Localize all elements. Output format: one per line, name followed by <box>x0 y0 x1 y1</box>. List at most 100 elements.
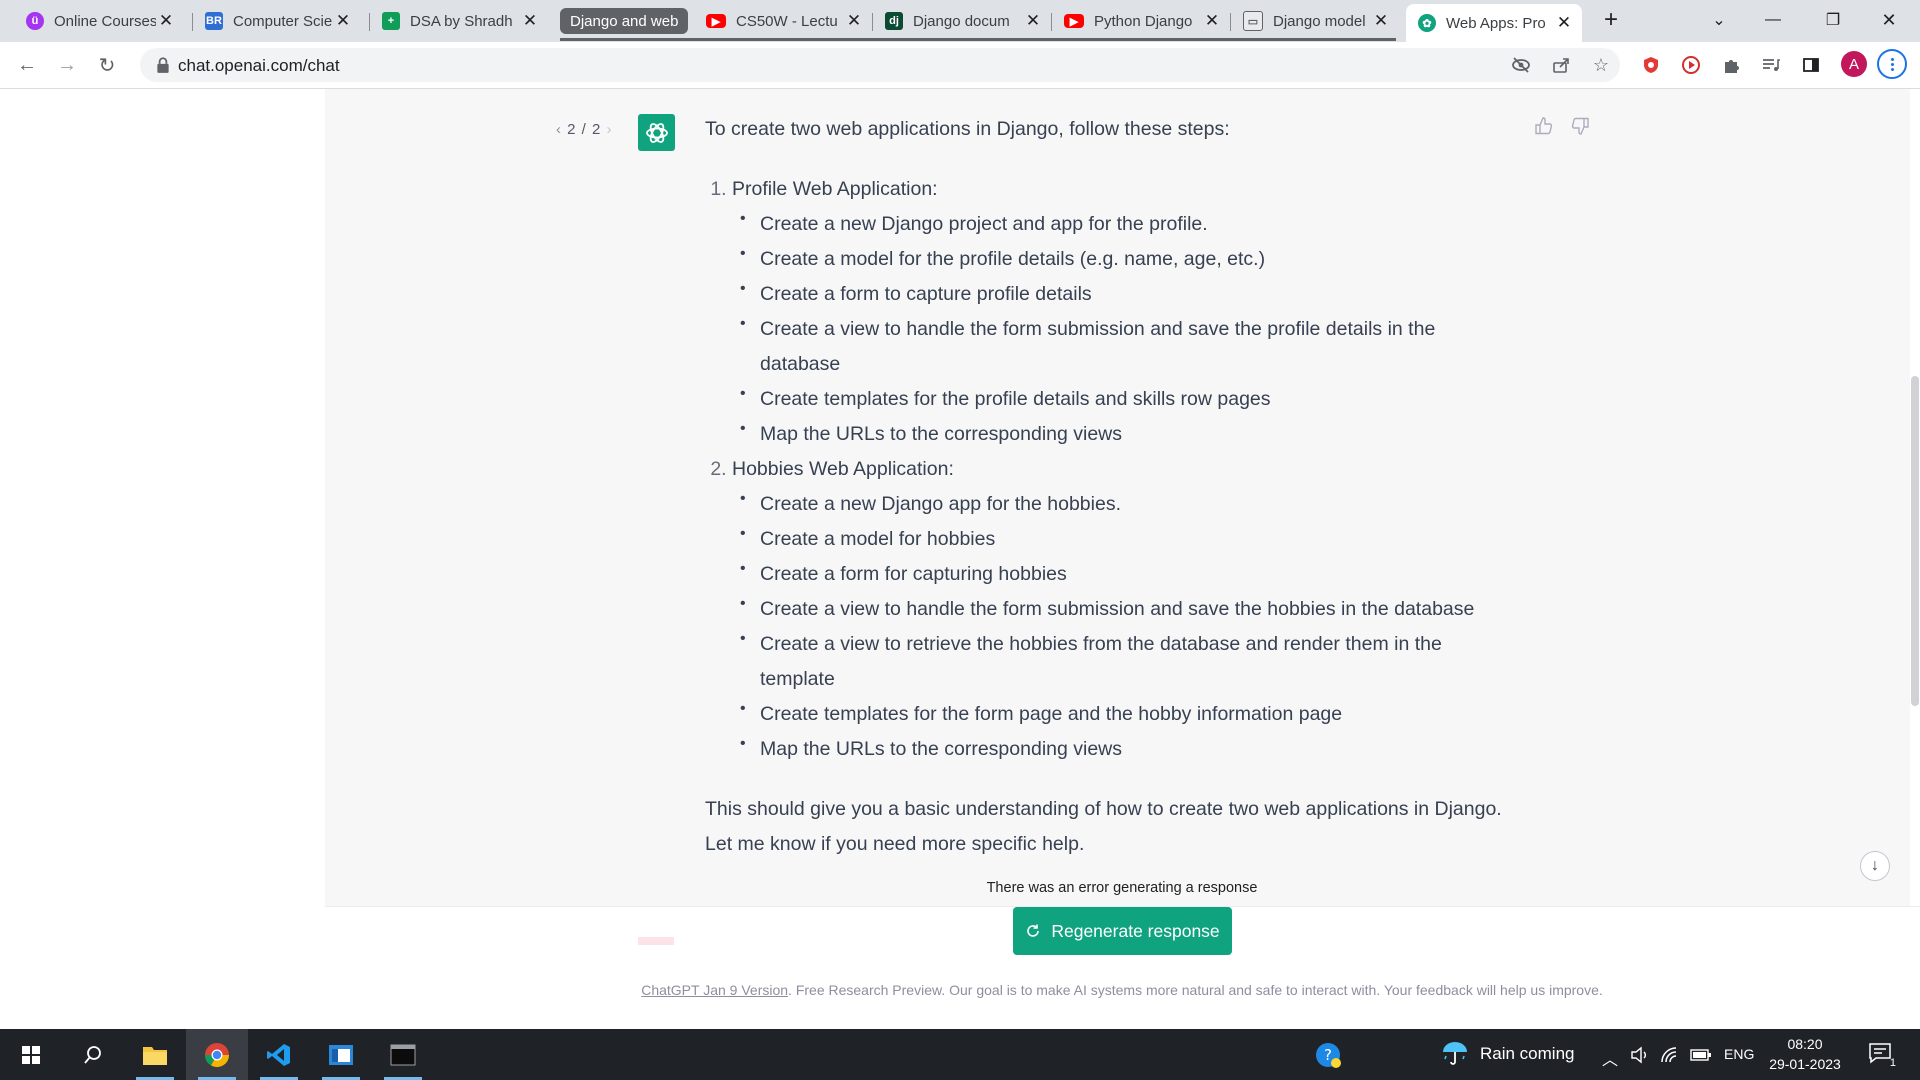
section-title: Hobbies Web Application: <box>732 458 954 480</box>
vscode-button[interactable] <box>248 1029 310 1080</box>
section-title: Profile Web Application: <box>732 178 938 200</box>
thumbs-up-icon[interactable] <box>1534 116 1554 136</box>
list-item: Create templates for the profile details… <box>740 376 1505 417</box>
response-intro: To create two web applications in Django… <box>705 118 1230 140</box>
close-icon[interactable]: ✕ <box>1554 13 1574 33</box>
weather-widget[interactable]: Rain coming <box>1440 1040 1575 1068</box>
tab-computer-science[interactable]: BR Computer Scie ✕ <box>193 6 361 36</box>
shield-extension-icon[interactable] <box>1640 54 1662 76</box>
close-icon[interactable]: ✕ <box>1023 11 1043 31</box>
tab-title: Computer Scie <box>233 12 333 30</box>
app-window-button[interactable] <box>310 1029 372 1080</box>
close-icon[interactable]: ✕ <box>333 11 353 31</box>
terminal-button[interactable] <box>372 1029 434 1080</box>
minimize-button[interactable]: — <box>1750 4 1796 36</box>
tab-web-apps-active[interactable]: ✿ Web Apps: Pro ✕ <box>1406 4 1582 42</box>
tab-online-courses[interactable]: ü Online Courses ✕ <box>14 6 184 36</box>
tab-title: Online Courses <box>54 12 156 30</box>
lock-icon[interactable] <box>154 56 172 74</box>
tab-django-docs[interactable]: dj Django docum ✕ <box>873 6 1051 36</box>
extensions-puzzle-icon[interactable] <box>1720 54 1742 76</box>
volume-icon[interactable] <box>1630 1046 1650 1067</box>
help-icon[interactable]: ? <box>1314 1041 1342 1074</box>
tab-title: Django docum <box>913 12 1010 30</box>
scroll-to-bottom-button[interactable]: ↓ <box>1860 851 1890 881</box>
tab-group-title: Django and web <box>570 12 679 30</box>
show-hidden-icons-chevron-up-icon[interactable]: ︿ <box>1602 1046 1618 1070</box>
profile-avatar[interactable]: A <box>1841 51 1867 77</box>
search-icon <box>84 1045 101 1064</box>
list-item: Create a view to handle the form submiss… <box>740 306 1505 382</box>
address-bar[interactable]: chat.openai.com/chat <box>140 48 1620 82</box>
close-icon[interactable]: ✕ <box>520 11 540 31</box>
response-pager[interactable]: ‹ 2 / 2 › <box>556 121 613 138</box>
close-icon[interactable]: ✕ <box>156 11 176 31</box>
tab-title: Python Django <box>1094 12 1193 30</box>
bookmark-star-icon[interactable]: ☆ <box>1590 54 1612 76</box>
tab-cs50w[interactable]: ▶ CS50W - Lectu ✕ <box>694 6 872 36</box>
regenerate-response-button[interactable]: Regenerate response <box>1013 907 1232 955</box>
start-button[interactable] <box>0 1029 62 1080</box>
section-profile: Profile Web Application: Create a new Dj… <box>732 172 1505 452</box>
list-item: Create a model for the profile details (… <box>740 236 1505 277</box>
tab-python-django[interactable]: ▶ Python Django ✕ <box>1052 6 1230 36</box>
book-icon: ▭ <box>1243 11 1263 31</box>
file-explorer-button[interactable] <box>124 1029 186 1080</box>
footer-text: . Free Research Preview. Our goal is to … <box>788 982 1603 998</box>
back-button[interactable]: ← <box>12 50 42 80</box>
chevron-left-icon[interactable]: ‹ <box>556 121 562 138</box>
tab-group-label[interactable]: Django and web <box>560 8 689 34</box>
refresh-icon <box>1027 924 1040 937</box>
umbrella-rain-icon <box>1443 1042 1467 1065</box>
chevron-right-icon[interactable]: › <box>607 121 613 138</box>
notification-center-button[interactable]: 1 <box>1868 1041 1896 1069</box>
share-icon[interactable] <box>1550 54 1572 76</box>
thumbs-down-icon[interactable] <box>1570 116 1590 136</box>
svg-text:?: ? <box>1324 1046 1332 1064</box>
close-window-button[interactable]: ✕ <box>1866 4 1912 36</box>
tab-title: DSA by Shradh <box>410 12 513 30</box>
battery-icon[interactable] <box>1690 1046 1712 1067</box>
list-item: Create templates for the form page and t… <box>740 691 1505 732</box>
system-clock[interactable]: 08:20 29-01-2023 <box>1765 1034 1845 1074</box>
steps-list: Profile Web Application: Create a new Dj… <box>705 172 1505 767</box>
forward-button[interactable]: → <box>52 50 82 80</box>
close-icon[interactable]: ✕ <box>1202 11 1222 31</box>
search-button[interactable] <box>62 1029 124 1080</box>
browser-toolbar: ← → ↻ chat.openai.com/chat ☆ <box>0 42 1920 89</box>
browser-menu-button[interactable] <box>1877 49 1907 79</box>
new-tab-button[interactable]: + <box>1588 4 1634 36</box>
udemy-icon: ü <box>26 12 44 30</box>
list-item: Create a form to capture profile details <box>740 271 1505 312</box>
footer-disclaimer: ChatGPT Jan 9 Version. Free Research Pre… <box>560 982 1684 998</box>
chrome-button[interactable] <box>186 1029 248 1080</box>
scrollbar-thumb[interactable] <box>1911 376 1919 706</box>
notification-icon <box>1869 1043 1891 1064</box>
eye-slash-icon[interactable] <box>1510 54 1532 76</box>
wifi-icon[interactable] <box>1660 1046 1680 1067</box>
media-queue-icon[interactable] <box>1760 54 1782 76</box>
terminal-icon <box>390 1044 416 1065</box>
version-link[interactable]: ChatGPT Jan 9 Version <box>641 982 788 998</box>
notification-count: 1 <box>1889 1057 1896 1069</box>
list-item: Create a view to handle the form submiss… <box>740 586 1505 627</box>
regenerate-label: Regenerate response <box>1051 920 1220 941</box>
chatgpt-icon: ✿ <box>1418 14 1436 32</box>
close-icon[interactable]: ✕ <box>1371 11 1391 31</box>
tab-dsa[interactable]: + DSA by Shradh ✕ <box>370 6 548 36</box>
tab-search-chevron-icon[interactable]: ⌄ <box>1696 4 1742 36</box>
weather-text: Rain coming <box>1480 1044 1575 1063</box>
list-item: Create a model for hobbies <box>740 516 1505 557</box>
input-edge-marker <box>638 937 674 945</box>
reload-button[interactable]: ↻ <box>92 50 122 80</box>
sheets-icon: + <box>382 12 400 30</box>
restore-button[interactable]: ❐ <box>1810 4 1856 36</box>
br-icon: BR <box>205 12 223 30</box>
list-item: Create a view to retrieve the hobbies fr… <box>740 621 1505 697</box>
play-extension-icon[interactable] <box>1680 54 1702 76</box>
input-language-indicator[interactable]: ENG <box>1724 1046 1754 1062</box>
close-icon[interactable]: ✕ <box>844 11 864 31</box>
side-panel-icon[interactable] <box>1800 54 1822 76</box>
tab-django-model[interactable]: ▭ Django model ✕ <box>1231 6 1399 36</box>
url-text[interactable]: chat.openai.com/chat <box>178 56 340 76</box>
